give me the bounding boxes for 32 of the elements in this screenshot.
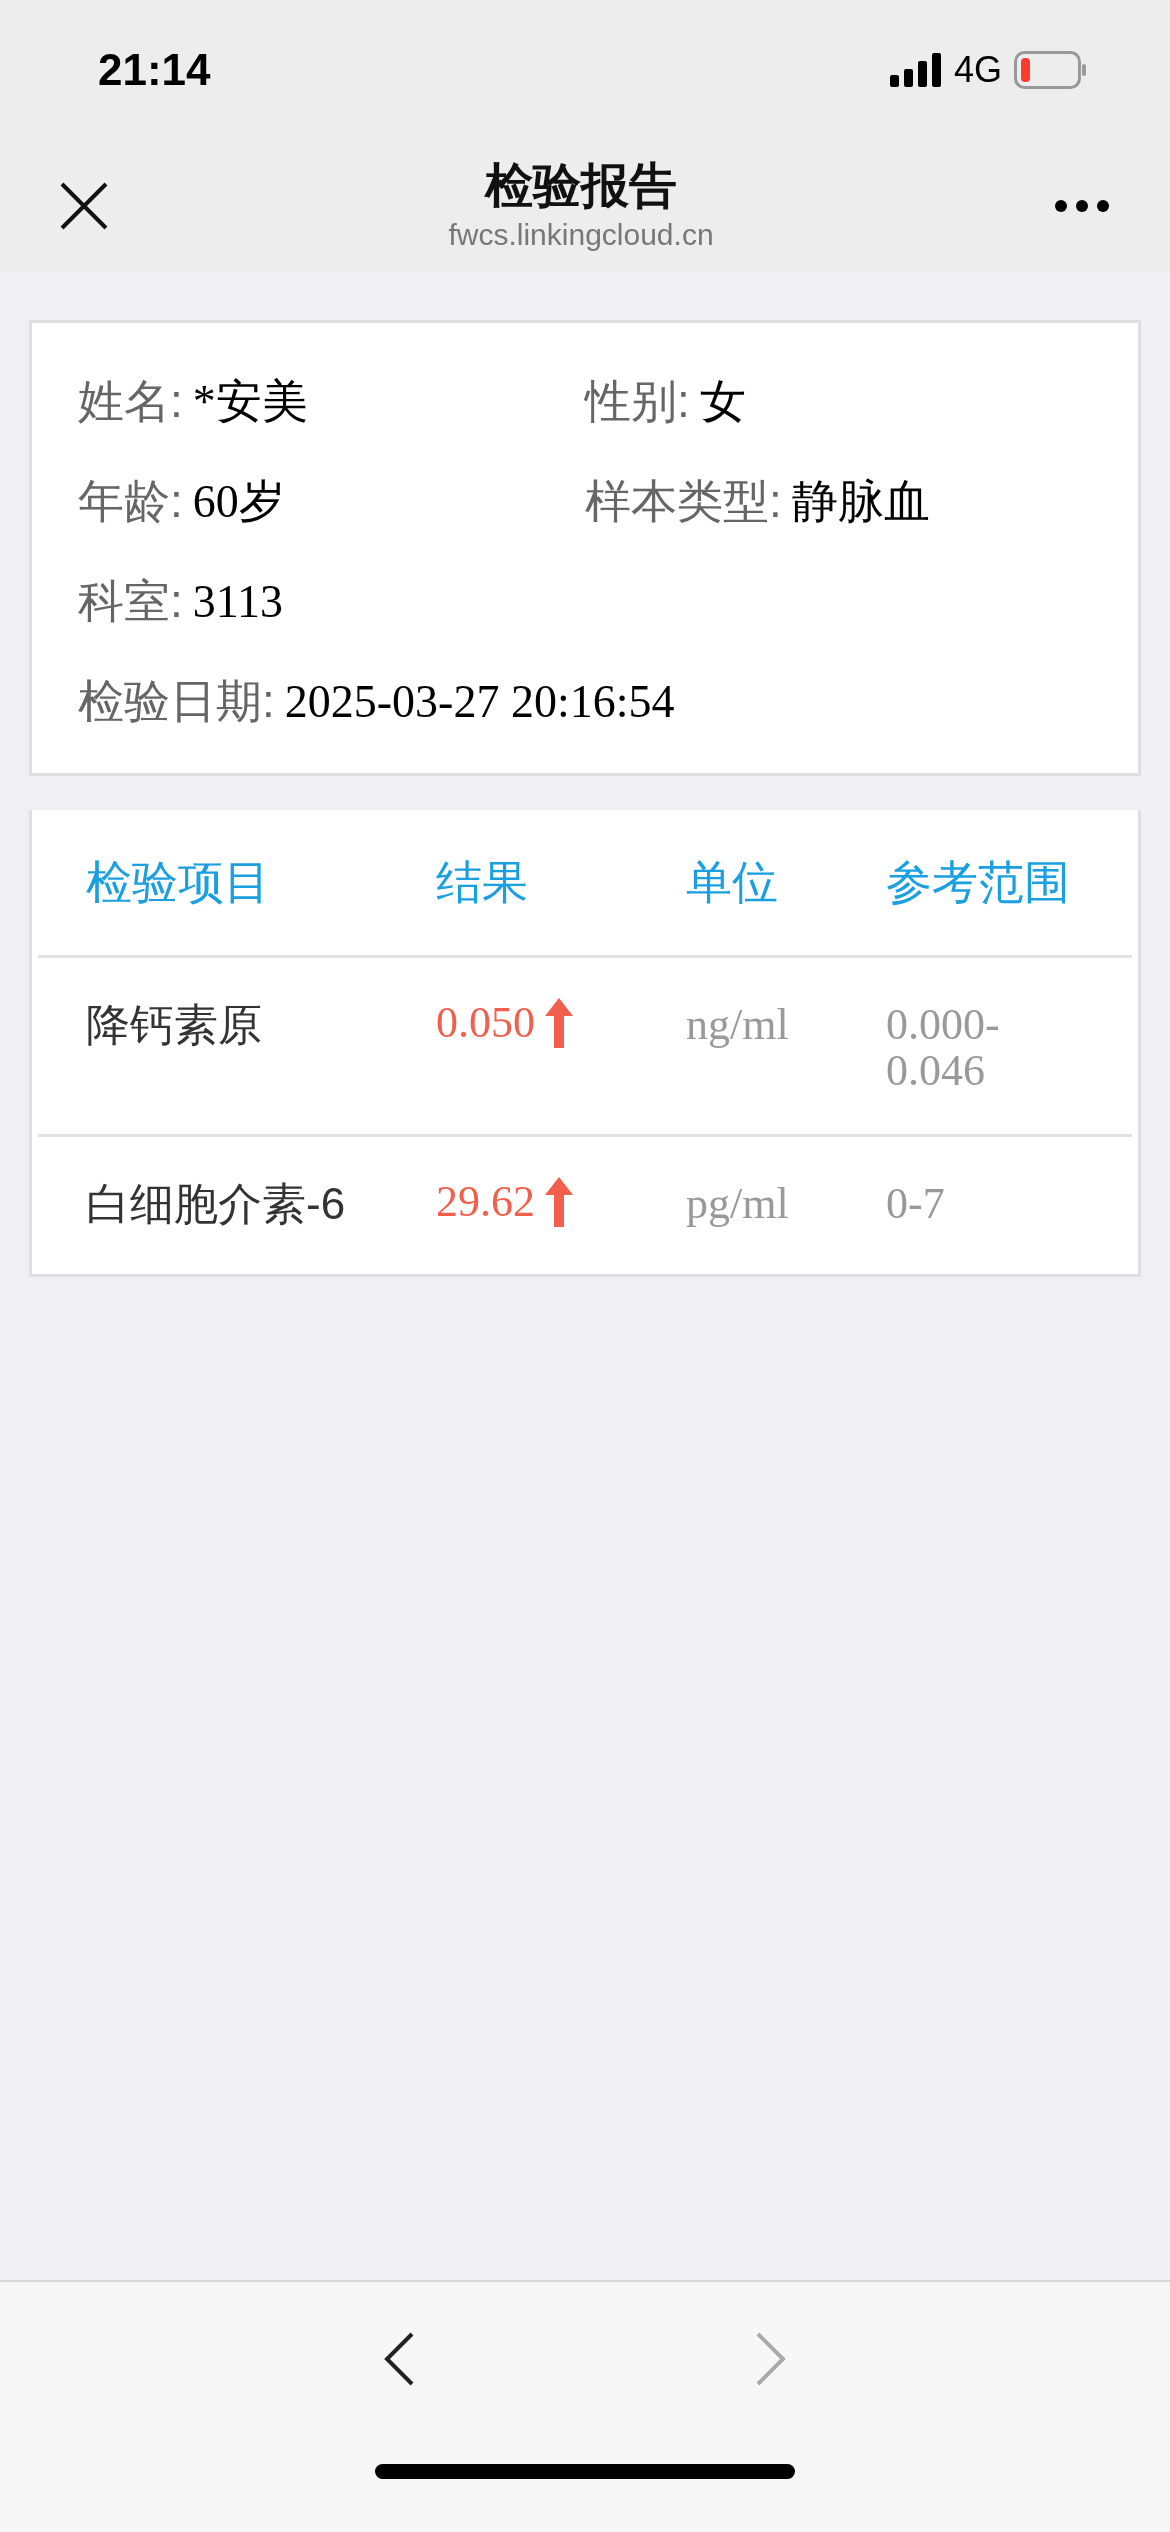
status-time: 21:14 bbox=[98, 45, 211, 95]
field-value: *安美 bbox=[192, 376, 308, 427]
field-label: 性别: bbox=[585, 375, 690, 427]
field-label: 检验日期: bbox=[78, 675, 275, 727]
back-icon[interactable] bbox=[383, 2332, 415, 2386]
field-value: 3113 bbox=[192, 576, 284, 627]
column-header: 检验项目 bbox=[86, 854, 271, 910]
field-label: 姓名: bbox=[78, 375, 183, 427]
test-name: 降钙素原 bbox=[86, 1002, 263, 1049]
field-label: 样本类型: bbox=[585, 475, 782, 527]
field-label: 科室: bbox=[78, 575, 183, 627]
more-icon[interactable] bbox=[1054, 199, 1110, 213]
reference-range: 0.000- 0.046 bbox=[886, 1002, 1001, 1095]
field-value: 2025-03-27 20:16:54 bbox=[284, 676, 675, 727]
field-value: 静脉血 bbox=[791, 476, 930, 527]
field-value: 女 bbox=[699, 376, 746, 427]
column-header: 单位 bbox=[686, 854, 779, 910]
network-label: 4G bbox=[953, 49, 1002, 91]
close-icon[interactable] bbox=[60, 182, 108, 230]
page-url: fwcs.linkingcloud.cn bbox=[448, 218, 714, 252]
column-header: 结果 bbox=[436, 854, 529, 910]
result-value: 0.050 bbox=[436, 999, 535, 1047]
result-value: 29.62 bbox=[436, 1179, 535, 1226]
unit-value: pg/ml bbox=[686, 1181, 790, 1228]
field-value: 60岁 bbox=[192, 476, 285, 527]
field-label: 年龄: bbox=[78, 475, 183, 527]
page-title: 检验报告 bbox=[485, 158, 677, 214]
unit-value: ng/ml bbox=[686, 1002, 790, 1049]
signal-icon bbox=[889, 53, 942, 87]
reference-range: 0-7 bbox=[886, 1181, 946, 1228]
test-name: 白细胞介素-6 bbox=[86, 1181, 347, 1228]
column-header: 参考范围 bbox=[886, 854, 1071, 910]
